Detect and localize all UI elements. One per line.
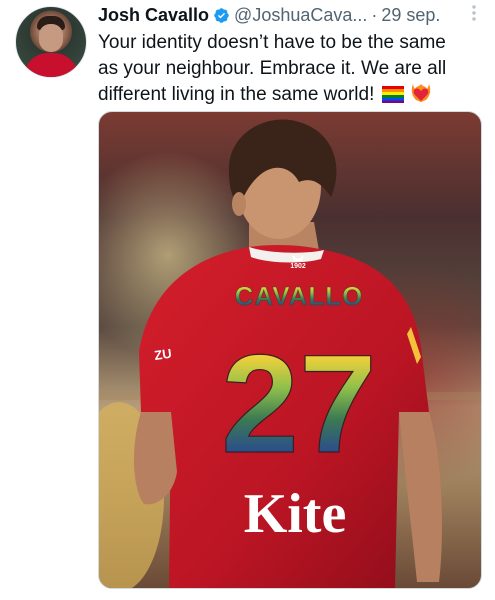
tweet-photo[interactable]: 1902 CAVALLO 27 ZU Kite xyxy=(98,111,482,589)
sponsor-logo: Kite xyxy=(244,483,347,545)
avatar-face xyxy=(39,24,63,52)
tweet-text: Your identity doesn’t have to be the sam… xyxy=(98,30,478,108)
author-handle[interactable]: @JoshuaCava... xyxy=(234,5,367,26)
tweet-text-line-3: different living in the same world! xyxy=(98,82,478,108)
tweet-date[interactable]: 29 sep. xyxy=(381,5,440,26)
player-right-arm xyxy=(399,412,442,582)
photo-illustration: 1902 CAVALLO 27 ZU Kite xyxy=(99,119,481,588)
sleeve-text: ZU xyxy=(153,346,172,363)
verified-badge-icon xyxy=(214,7,229,23)
tweet-header: Josh Cavallo @JoshuaCava... · 29 sep. xyxy=(98,4,487,26)
avatar-shirt xyxy=(24,53,78,77)
crest-text: 1902 xyxy=(290,263,306,270)
separator-dot: · xyxy=(371,4,378,25)
tweet[interactable]: Josh Cavallo @JoshuaCava... · 29 sep. Yo… xyxy=(0,0,495,600)
author-name[interactable]: Josh Cavallo xyxy=(98,5,209,26)
heart-on-fire-icon xyxy=(411,84,431,102)
tweet-text-line-1: Your identity doesn’t have to be the sam… xyxy=(98,32,446,53)
jersey-number: 27 xyxy=(221,325,377,482)
tweet-text-line-3-content: different living in the same world! xyxy=(98,84,375,105)
tweet-text-line-2: as your neighbour. Embrace it. We are al… xyxy=(98,58,447,79)
rainbow-flag-icon xyxy=(381,86,404,103)
jersey-name: CAVALLO xyxy=(235,281,364,311)
avatar[interactable] xyxy=(15,6,87,78)
more-options-icon[interactable] xyxy=(465,4,483,22)
